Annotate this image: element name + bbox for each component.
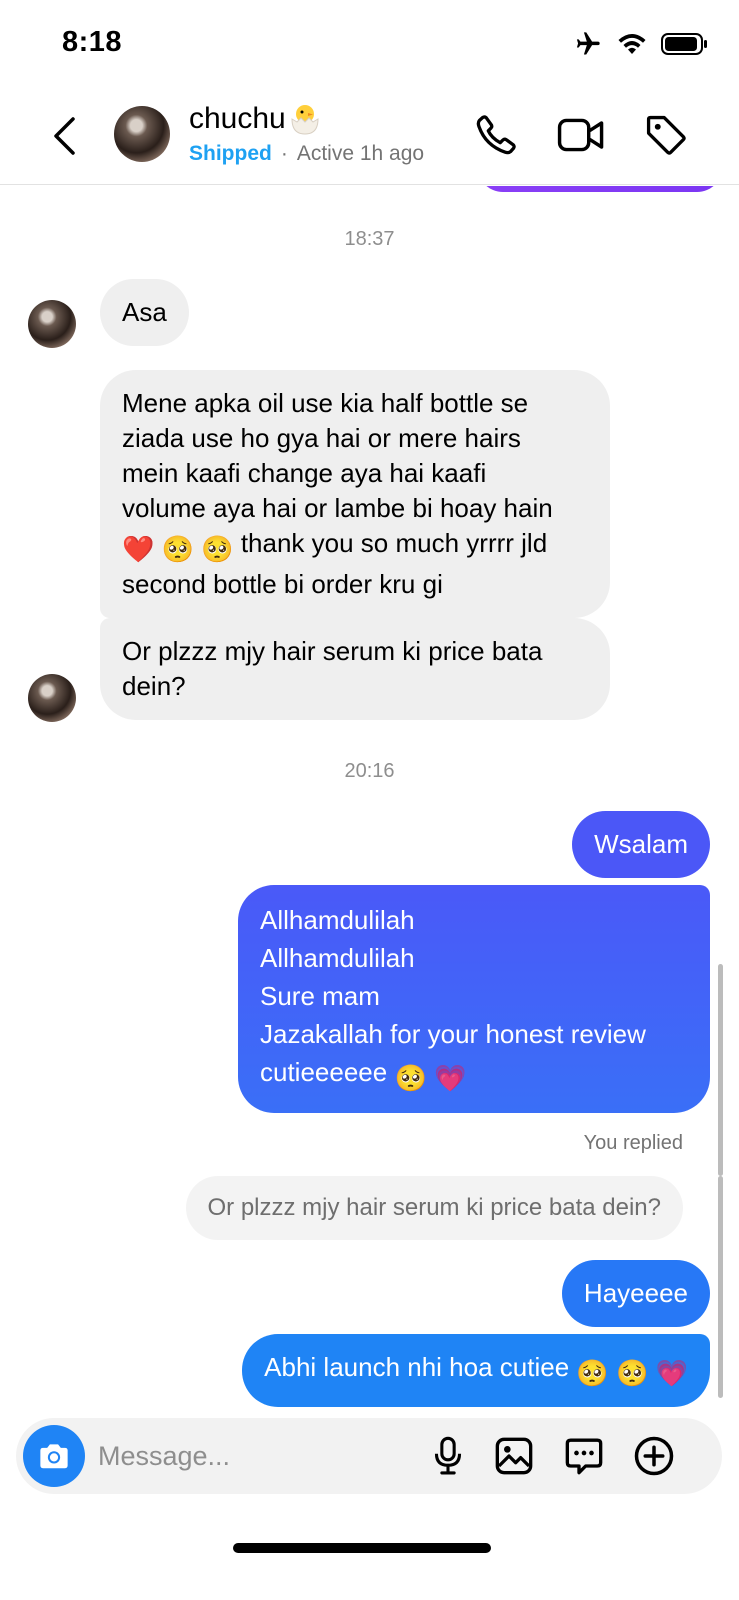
sender-avatar[interactable] bbox=[28, 300, 76, 348]
tag-icon bbox=[646, 115, 686, 155]
active-status: Active 1h ago bbox=[296, 142, 425, 165]
outgoing-message[interactable]: Allhamdulilah Allhamdulilah Sure mam Jaz… bbox=[238, 885, 710, 1113]
voice-message-button[interactable] bbox=[426, 1434, 470, 1478]
home-indicator[interactable] bbox=[233, 1543, 491, 1553]
contact-name-text: chuchu bbox=[189, 102, 286, 135]
growing-heart-emoji: 💗 bbox=[655, 1358, 688, 1388]
message-line: dein? bbox=[122, 671, 186, 701]
message-line-text: thank you so much yrrrr jld bbox=[240, 528, 548, 558]
chat-header: chuchu Shipped · Active 1h ago bbox=[0, 90, 739, 185]
sticker-button[interactable] bbox=[562, 1434, 606, 1478]
camera-icon bbox=[40, 1444, 68, 1469]
message-line: Allhamdulilah bbox=[260, 905, 415, 935]
airplane-icon bbox=[576, 32, 600, 55]
separator-dot: · bbox=[280, 142, 288, 165]
scrollbar-segment[interactable] bbox=[718, 964, 723, 1176]
incoming-message[interactable]: Or plzzz mjy hair serum ki price bata de… bbox=[100, 618, 610, 720]
message-line-text: cutieeeeee bbox=[260, 1057, 388, 1087]
incoming-message[interactable]: Asa bbox=[100, 279, 189, 346]
status-bar: 8:18 bbox=[0, 0, 739, 90]
message-text: Hayeeee bbox=[583, 1278, 688, 1308]
incoming-message[interactable]: Mene apka oil use kia half bottle se zia… bbox=[100, 370, 610, 618]
more-actions-button[interactable] bbox=[632, 1434, 676, 1478]
timestamp: 18:37 bbox=[344, 228, 395, 250]
message-text: Wsalam bbox=[594, 829, 688, 859]
status-time: 8:18 bbox=[62, 26, 123, 58]
message-line: Sure mam bbox=[260, 981, 380, 1011]
red-heart-emoji: ❤️ bbox=[122, 534, 155, 564]
camera-button[interactable] bbox=[23, 1425, 85, 1487]
message-composer bbox=[16, 1418, 722, 1494]
contact-name[interactable]: chuchu bbox=[189, 102, 322, 136]
message-line: second bottle bi order kru gi bbox=[122, 569, 443, 599]
pleading-face-emoji: 🥺 bbox=[394, 1063, 427, 1093]
scrollbar-thumb[interactable] bbox=[718, 1176, 723, 1398]
timestamp: 20:16 bbox=[344, 760, 395, 782]
growing-heart-emoji: 💗 bbox=[434, 1063, 467, 1093]
message-line: volume aya hai or lambe bi hoay hain bbox=[122, 493, 553, 523]
quoted-message[interactable]: Or plzzz mjy hair serum ki price bata de… bbox=[185, 1176, 683, 1240]
phone-icon bbox=[476, 115, 516, 155]
sender-avatar[interactable] bbox=[28, 674, 76, 722]
outgoing-message[interactable]: Hayeeee bbox=[561, 1260, 710, 1327]
message-line: Jazakallah for your honest review bbox=[260, 1019, 646, 1049]
wifi-icon bbox=[618, 34, 646, 54]
message-line: ziada use ho gya hai or mere hairs bbox=[122, 423, 521, 453]
mic-icon bbox=[434, 1436, 462, 1475]
sticker-icon bbox=[565, 1438, 603, 1475]
gallery-icon bbox=[495, 1437, 533, 1475]
reply-label: You replied bbox=[583, 1132, 683, 1154]
pleading-face-emoji: 🥺 bbox=[576, 1358, 609, 1388]
pleading-face-emoji: 🥺 bbox=[161, 534, 194, 564]
message-line: Or plzzz mjy hair serum ki price bata bbox=[122, 636, 543, 666]
message-line: cutieeeeee 🥺 💗 bbox=[260, 1053, 688, 1097]
back-icon bbox=[54, 117, 75, 155]
video-call-button[interactable] bbox=[556, 110, 606, 160]
message-line: Mene apka oil use kia half bottle se bbox=[122, 388, 529, 418]
battery-icon bbox=[661, 33, 707, 55]
hatching-chick-icon bbox=[291, 105, 319, 135]
message-line: ❤️ 🥺 🥺 thank you so much yrrrr jld bbox=[122, 526, 588, 567]
outgoing-message[interactable]: Abhi launch nhi hoa cutiee 🥺 🥺 💗 bbox=[242, 1334, 710, 1407]
message-input[interactable] bbox=[98, 1436, 398, 1476]
tag-button[interactable] bbox=[641, 110, 691, 160]
pleading-face-emoji: 🥺 bbox=[201, 534, 234, 564]
back-button[interactable] bbox=[44, 110, 84, 162]
previous-message-bubble[interactable] bbox=[477, 186, 723, 192]
outgoing-message[interactable]: Wsalam bbox=[572, 811, 710, 878]
pleading-face-emoji: 🥺 bbox=[616, 1358, 649, 1388]
message-line: Allhamdulilah bbox=[260, 943, 415, 973]
gallery-button[interactable] bbox=[492, 1434, 536, 1478]
plus-icon bbox=[634, 1436, 674, 1476]
message-text: Asa bbox=[122, 297, 167, 327]
status-icons bbox=[573, 30, 709, 58]
status-label: Shipped bbox=[189, 142, 272, 165]
message-text: Abhi launch nhi hoa cutiee bbox=[264, 1352, 570, 1382]
contact-avatar[interactable] bbox=[114, 106, 170, 162]
voice-call-button[interactable] bbox=[471, 110, 521, 160]
message-list[interactable]: 18:37 Asa Mene apka oil use kia half bot… bbox=[0, 186, 739, 1416]
video-icon bbox=[557, 118, 604, 152]
contact-subtitle: Shipped · Active 1h ago bbox=[189, 142, 424, 166]
message-line: mein kaafi change aya hai kaafi bbox=[122, 458, 487, 488]
